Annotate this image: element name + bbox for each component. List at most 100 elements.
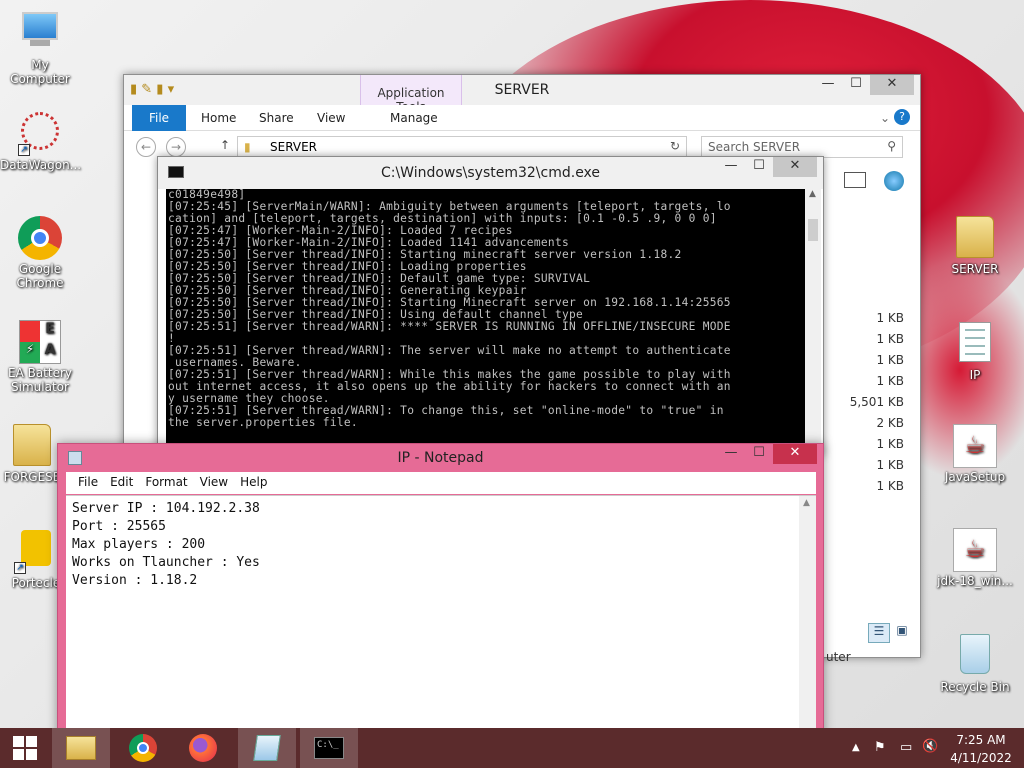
notepad-icon — [253, 735, 281, 761]
taskbar-firefox[interactable] — [174, 728, 232, 768]
desktop-icon-my-computer[interactable]: My Computer — [0, 8, 80, 86]
desktop-icon-label: jdk-18_win... — [937, 574, 1013, 588]
volume-icon[interactable]: 🔇 — [922, 739, 938, 754]
datawagon-icon: ↗ — [18, 112, 62, 156]
folder-icon — [10, 424, 54, 468]
large-icons-view-icon[interactable]: ▣ — [892, 623, 912, 643]
details-view-icon[interactable]: ☰ — [868, 623, 890, 643]
menu-file[interactable]: File — [72, 472, 104, 494]
cmd-window: C:\Windows\system32\cmd.exe — ☐ ✕ c01849… — [157, 156, 824, 456]
minimize-button[interactable]: — — [717, 157, 745, 177]
file-size: 2 KB — [876, 416, 904, 430]
tab-home[interactable]: Home — [201, 111, 236, 125]
desktop-icon-datawagon[interactable]: ↗ DataWagon... — [0, 112, 81, 172]
breadcrumb-folder-icon: ▮ — [244, 140, 251, 154]
expand-ribbon-icon[interactable]: ⌄ — [880, 111, 890, 125]
close-button[interactable]: ✕ — [773, 444, 817, 464]
file-size: 1 KB — [876, 437, 904, 451]
refresh-icon[interactable]: ↻ — [670, 139, 680, 153]
menu-edit[interactable]: Edit — [104, 472, 139, 494]
notepad-text-area[interactable]: Server IP : 104.192.2.38 Port : 25565 Ma… — [66, 495, 816, 744]
system-clock[interactable]: 7:25 AM 4/11/2022 — [946, 728, 1016, 768]
desktop-icon-label: JavaSetup — [944, 470, 1006, 484]
file-size: 1 KB — [876, 332, 904, 346]
desktop-icon-server-folder[interactable]: SERVER — [935, 216, 1015, 276]
scroll-up-icon[interactable]: ▲ — [809, 189, 816, 199]
desktop-icon-jdk[interactable]: ☕ jdk-18_win... — [935, 528, 1015, 588]
forward-button[interactable]: → — [166, 137, 186, 157]
file-explorer-icon — [66, 736, 96, 760]
cmd-titlebar[interactable]: C:\Windows\system32\cmd.exe — ☐ ✕ — [158, 157, 823, 189]
help-icon[interactable]: ? — [894, 109, 910, 125]
computer-icon — [18, 12, 62, 56]
back-button[interactable]: ← — [136, 137, 156, 157]
file-size: 1 KB — [876, 458, 904, 472]
text-line: Version : 1.18.2 — [72, 573, 198, 588]
console-line: the server.properties file. — [168, 416, 358, 429]
address-input[interactable]: ▮ SERVER ↻ — [237, 136, 687, 158]
desktop-icon-label: IP — [969, 368, 981, 382]
desktop-icon-ip[interactable]: IP — [935, 322, 1015, 382]
notepad-scrollbar[interactable]: ▲ — [799, 496, 816, 744]
tab-file[interactable]: File — [132, 105, 186, 131]
desktop-icon-chrome[interactable]: Google Chrome — [0, 216, 80, 290]
tab-view[interactable]: View — [317, 111, 345, 125]
clock-time: 7:25 AM — [956, 733, 1006, 747]
status-text: uter — [826, 650, 851, 664]
tab-manage[interactable]: Manage — [390, 111, 438, 125]
desktop-icon-recycle-bin[interactable]: Recycle Bin — [935, 632, 1015, 694]
document-icon — [953, 322, 997, 366]
chrome-icon — [129, 734, 157, 762]
maximize-button[interactable]: ☐ — [745, 444, 773, 464]
windows-start-icon — [13, 736, 37, 760]
scrollbar-thumb[interactable] — [808, 219, 818, 241]
maximize-button[interactable]: ☐ — [745, 157, 773, 177]
network-icon[interactable]: ▭ — [900, 740, 912, 755]
file-size-column: 1 KB 1 KB 1 KB 1 KB 5,501 KB 2 KB 1 KB 1… — [844, 311, 904, 500]
close-button[interactable]: ✕ — [773, 157, 817, 177]
menu-format[interactable]: Format — [139, 472, 193, 494]
search-icon: ⚲ — [887, 139, 896, 153]
desktop-icon-ea-battery[interactable]: E ⚡ A EA Battery Simulator — [0, 320, 80, 394]
globe-icon[interactable] — [884, 171, 904, 191]
menu-help[interactable]: Help — [234, 472, 273, 494]
text-line: Works on Tlauncher : Yes — [72, 555, 260, 570]
start-button[interactable] — [0, 728, 50, 768]
minimize-button[interactable]: — — [814, 75, 842, 95]
notepad-titlebar[interactable]: IP - Notepad — ☐ ✕ — [58, 444, 823, 472]
notepad-menubar: File Edit Format View Help — [66, 472, 816, 494]
explorer-title: SERVER — [494, 82, 550, 98]
menu-view[interactable]: View — [194, 472, 234, 494]
search-input[interactable]: Search SERVER ⚲ — [701, 136, 903, 158]
close-button[interactable]: ✕ — [870, 75, 914, 95]
text-line: Server IP : 104.192.2.38 — [72, 501, 260, 516]
folder-icon — [953, 216, 997, 260]
action-center-icon[interactable]: ⚑ — [874, 740, 886, 755]
show-hidden-icons-icon[interactable]: ▲ — [852, 742, 860, 753]
clock-date: 4/11/2022 — [950, 751, 1012, 765]
tab-share[interactable]: Share — [259, 111, 294, 125]
breadcrumb[interactable]: SERVER — [270, 140, 317, 154]
explorer-titlebar[interactable]: ▮ ✎ ▮ ▾ SERVER — ☐ ✕ — [124, 75, 920, 105]
taskbar-chrome[interactable] — [114, 728, 172, 768]
desktop-icon-label: My Computer — [10, 58, 70, 86]
ribbon-tabs: File Home Share View Manage ⌄ ? — [124, 105, 920, 131]
maximize-button[interactable]: ☐ — [842, 75, 870, 95]
scroll-up-icon[interactable]: ▲ — [803, 498, 810, 508]
desktop-icon-label: Google Chrome — [16, 262, 64, 290]
console-line: [07:25:51] [Server thread/WARN]: **** SE… — [168, 320, 731, 333]
desktop-icon-label: Recycle Bin — [940, 680, 1010, 694]
file-size: 1 KB — [876, 374, 904, 388]
taskbar-cmd[interactable]: C:\_ — [300, 728, 358, 768]
taskbar-notepad[interactable] — [238, 728, 296, 768]
file-size: 1 KB — [876, 479, 904, 493]
taskbar-file-explorer[interactable] — [52, 728, 110, 768]
pane-icon[interactable] — [844, 172, 866, 188]
console-output[interactable]: c01849e498] [07:25:45] [ServerMain/WARN]:… — [166, 189, 806, 453]
minimize-button[interactable]: — — [717, 444, 745, 464]
desktop-icon-javasetup[interactable]: ☕ JavaSetup — [935, 424, 1015, 484]
file-size: 5,501 KB — [849, 395, 904, 409]
up-button[interactable]: ↑ — [220, 138, 230, 152]
notepad-window: IP - Notepad — ☐ ✕ File Edit Format View… — [57, 443, 824, 744]
console-scrollbar[interactable]: ▲ — [805, 189, 821, 453]
